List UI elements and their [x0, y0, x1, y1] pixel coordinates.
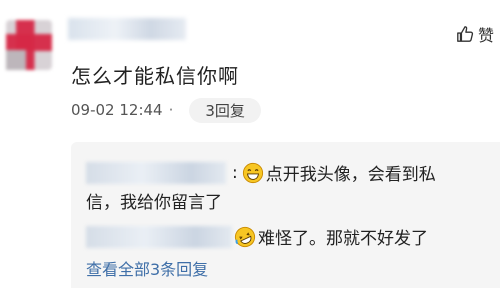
like-button[interactable]: 赞 [456, 22, 494, 46]
rolling-laughing-face-icon [234, 226, 256, 247]
reply-separator: : [232, 162, 238, 183]
avatar-shade [6, 50, 26, 70]
comment-text: 怎么才能私信你啊 [71, 64, 239, 88]
view-all-replies-link[interactable]: 查看全部3条回复 [86, 256, 208, 280]
like-label: 赞 [477, 26, 494, 45]
reply-text: 难怪了。那就不好发了 [258, 229, 428, 249]
timestamp: 09-02 12:44 [71, 101, 163, 119]
reply-text-line2: 信，我给你留言了 [86, 193, 222, 213]
reply-username-blurred[interactable] [86, 225, 232, 248]
meta-dot: · [168, 101, 174, 119]
reply-count-button[interactable]: 3回复 [189, 97, 261, 123]
reply-item-continued: 信，我给你留言了 [86, 188, 222, 213]
reply-username-blurred[interactable] [86, 161, 226, 184]
grinning-face-icon [242, 162, 263, 183]
avatar[interactable] [6, 20, 52, 70]
reply-item: : 点开我头像，会看到私 [86, 160, 436, 185]
reply-item: 难怪了。那就不好发了 [86, 224, 428, 249]
reply-text-line1: 点开我头像，会看到私 [265, 165, 436, 185]
thumbs-up-icon [457, 26, 474, 42]
comment-meta: 09-02 12:44 · 3回复 [71, 97, 261, 123]
username-blurred[interactable] [68, 18, 186, 40]
